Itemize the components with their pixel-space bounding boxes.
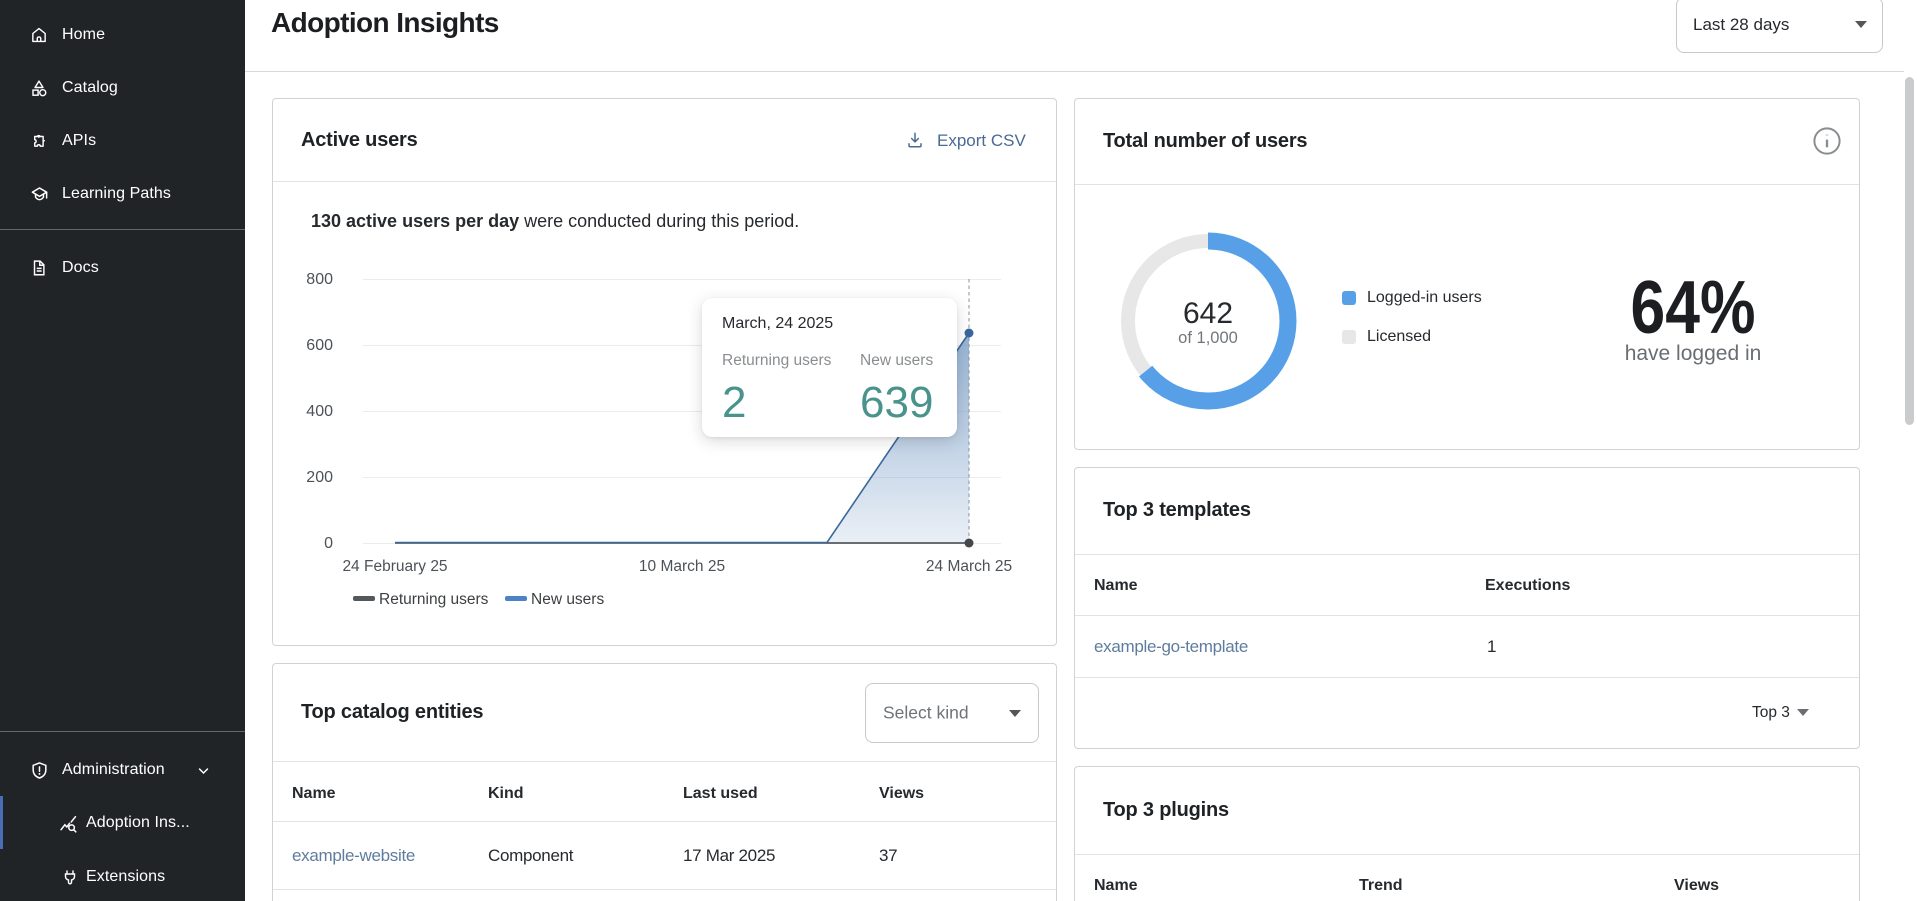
svg-text:24 February 25: 24 February 25 [342, 558, 447, 575]
svg-text:24 March 25: 24 March 25 [926, 558, 1012, 575]
svg-text:400: 400 [306, 403, 333, 420]
svg-text:64%: 64% [1631, 265, 1756, 345]
svg-text:10 March 25: 10 March 25 [639, 558, 725, 575]
svg-text:200: 200 [306, 469, 333, 486]
svg-text:New users: New users [531, 591, 604, 608]
svg-text:0: 0 [324, 535, 333, 552]
svg-text:800: 800 [306, 271, 333, 288]
svg-text:600: 600 [306, 337, 333, 354]
svg-text:Returning users: Returning users [379, 591, 489, 608]
